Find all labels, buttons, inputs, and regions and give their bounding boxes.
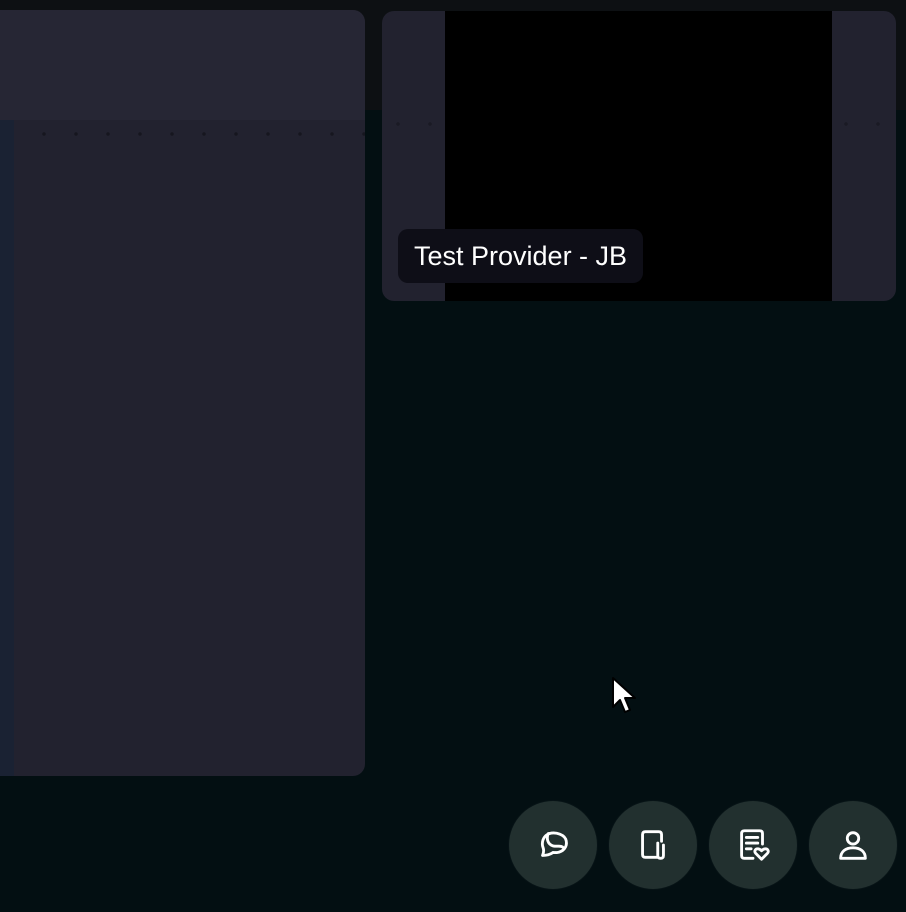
main-tile-edge (0, 120, 14, 776)
participant-name: Test Provider - JB (414, 240, 628, 271)
attachment-icon (634, 826, 672, 864)
health-record-icon (734, 826, 772, 864)
call-toolbar (509, 801, 897, 889)
profile-icon (834, 826, 872, 864)
remote-participant-tile[interactable]: Test Provider - JB (382, 11, 896, 301)
participant-name-badge: Test Provider - JB (398, 229, 644, 283)
mouse-cursor-icon (610, 676, 638, 716)
attachments-button[interactable] (609, 801, 697, 889)
chat-button[interactable] (509, 801, 597, 889)
main-participant-tile (0, 10, 365, 776)
main-tile-header (0, 10, 365, 120)
health-records-button[interactable] (709, 801, 797, 889)
main-tile-divider (14, 120, 365, 148)
chat-icon (534, 826, 572, 864)
video-call-stage: Test Provider - JB (0, 0, 906, 912)
profile-button[interactable] (809, 801, 897, 889)
